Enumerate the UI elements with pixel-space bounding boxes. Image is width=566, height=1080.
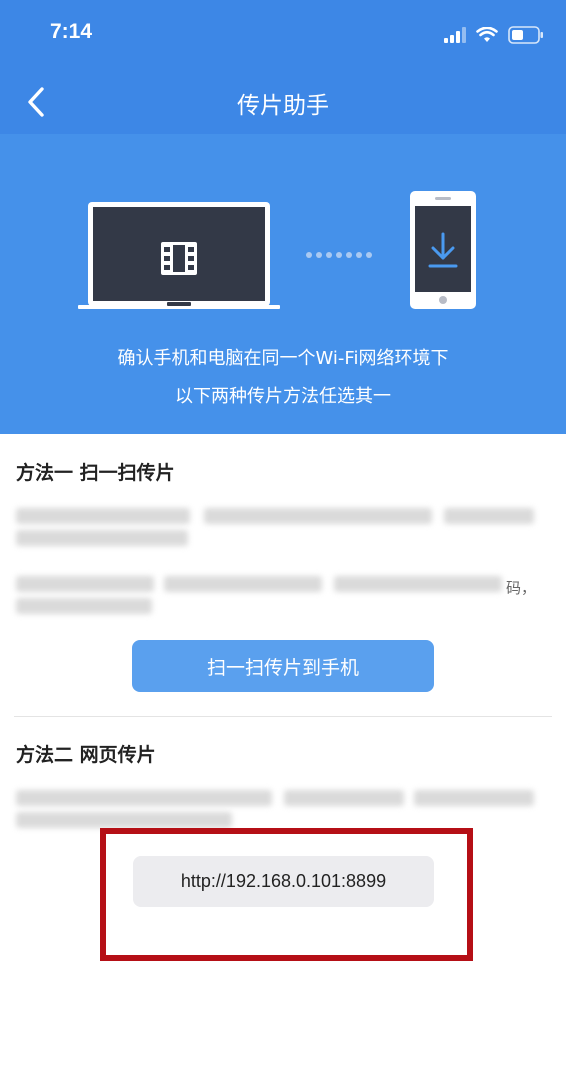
page-title: 传片助手 (237, 93, 329, 119)
method1-visible-tail: 码， (506, 579, 537, 597)
battery-icon (508, 26, 543, 44)
method1-title: 方法一 扫一扫传片 (16, 462, 175, 484)
scan-transfer-button[interactable]: 扫一扫传片到手机 (132, 640, 434, 692)
connection-dots (306, 252, 372, 258)
wifi-icon (476, 27, 498, 42)
status-bar: 7:14 (0, 0, 566, 72)
nav-bar: 传片助手 (0, 72, 566, 134)
divider (14, 716, 552, 717)
method2-title: 方法二 网页传片 (16, 744, 156, 766)
hero-illustration (78, 191, 476, 309)
film-icon (161, 242, 197, 275)
hero-banner: 确认手机和电脑在同一个Wi-Fi网络环境下 以下两种传片方法任选其一 (0, 134, 566, 434)
highlight-box (100, 828, 473, 961)
signal-icon (444, 27, 466, 43)
hero-instruction-line1: 确认手机和电脑在同一个Wi-Fi网络环境下 (117, 348, 449, 369)
status-time: 7:14 (50, 20, 93, 43)
hero-instruction-line2: 以下两种传片方法任选其一 (175, 386, 391, 407)
status-icons (444, 22, 544, 48)
